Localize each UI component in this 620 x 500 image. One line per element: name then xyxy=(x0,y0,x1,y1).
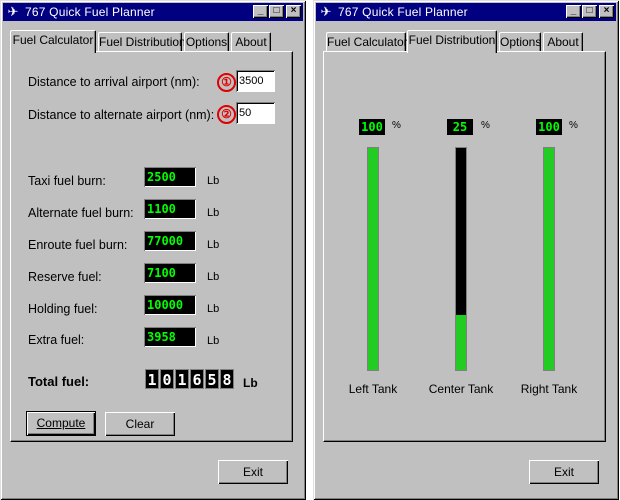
center-tank-label: Center Tank xyxy=(428,382,494,396)
close-button[interactable]: × xyxy=(286,5,301,18)
center-tank-percent: 25 xyxy=(447,119,473,135)
tab-options[interactable]: Options xyxy=(499,32,541,51)
left-tank-percent-symbol: % xyxy=(392,120,401,131)
airplane-icon: ✈ xyxy=(7,4,19,19)
fuel-distribution-window: ✈ 767 Quick Fuel Planner _ □ × Fuel Calc… xyxy=(313,0,619,500)
total-fuel-odometer: 1 0 1 6 5 8 xyxy=(145,369,235,389)
tab-label: Options xyxy=(185,35,228,49)
holding-fuel-unit: Lb xyxy=(207,303,220,315)
arrival-distance-input[interactable]: 3500 xyxy=(236,70,275,92)
alternate-distance-label: Distance to alternate airport (nm): xyxy=(28,108,215,122)
tab-label: Fuel Calculator xyxy=(12,33,94,47)
alternate-callout-badge: ② xyxy=(217,105,236,124)
maximize-button[interactable]: □ xyxy=(582,5,597,18)
clear-button-label: Clear xyxy=(125,417,155,431)
holding-fuel-label: Holding fuel: xyxy=(28,302,98,316)
tab-fuel-calculator[interactable]: Fuel Calculator xyxy=(10,30,96,53)
left-tank-fill xyxy=(368,148,378,370)
alternate-fuel-value: 1100 xyxy=(144,199,196,219)
exit-button-label: Exit xyxy=(553,465,574,479)
arrival-distance-label: Distance to arrival airport (nm): xyxy=(28,75,200,89)
window-title: 767 Quick Fuel Planner xyxy=(338,5,468,19)
title-bar[interactable]: ✈ 767 Quick Fuel Planner _ □ × xyxy=(3,3,303,21)
left-tank-gauge xyxy=(367,147,379,371)
compute-button[interactable]: Compute xyxy=(26,411,96,436)
enroute-fuel-label: Enroute fuel burn: xyxy=(28,238,128,252)
tab-label: Options xyxy=(500,35,542,49)
tab-fuel-distribution[interactable]: Fuel Distribution xyxy=(98,32,186,51)
maximize-button[interactable]: □ xyxy=(269,5,284,18)
tab-label: About xyxy=(547,35,579,49)
minimize-button[interactable]: _ xyxy=(566,5,581,18)
taxi-fuel-value: 2500 xyxy=(144,167,196,187)
right-tank-label: Right Tank xyxy=(520,382,578,396)
tab-label: Fuel Calculator xyxy=(327,35,408,49)
close-button[interactable]: × xyxy=(599,5,614,18)
right-tank-gauge xyxy=(543,147,555,371)
taxi-fuel-label: Taxi fuel burn: xyxy=(28,174,106,188)
center-tank-fill xyxy=(456,314,466,370)
tab-label: About xyxy=(235,35,267,49)
tab-label: Fuel Distribution xyxy=(408,33,496,47)
alternate-fuel-unit: Lb xyxy=(207,207,220,219)
exit-button-label: Exit xyxy=(242,465,263,479)
total-digit: 5 xyxy=(205,369,219,389)
extra-fuel-label: Extra fuel: xyxy=(28,333,85,347)
tab-options[interactable]: Options xyxy=(184,32,229,51)
right-tank-percent: 100 xyxy=(536,119,562,135)
reserve-fuel-value: 7100 xyxy=(144,263,196,283)
tab-label: Fuel Distribution xyxy=(99,35,186,49)
exit-button[interactable]: Exit xyxy=(218,460,288,484)
total-digit: 8 xyxy=(220,369,234,389)
reserve-fuel-unit: Lb xyxy=(207,271,220,283)
tab-fuel-calculator[interactable]: Fuel Calculator xyxy=(326,32,408,51)
total-fuel-label: Total fuel: xyxy=(28,374,90,389)
alternate-distance-input[interactable]: 50 xyxy=(236,102,275,124)
exit-button[interactable]: Exit xyxy=(529,460,599,484)
compute-button-label: Compute xyxy=(36,416,86,430)
total-digit: 1 xyxy=(175,369,189,389)
enroute-fuel-unit: Lb xyxy=(207,239,220,251)
tab-fuel-distribution[interactable]: Fuel Distribution xyxy=(407,30,497,53)
right-tank-fill xyxy=(544,148,554,370)
calculator-panel: Distance to arrival airport (nm): ① 3500… xyxy=(10,51,293,442)
minimize-button[interactable]: _ xyxy=(253,5,268,18)
center-tank-percent-symbol: % xyxy=(481,120,490,131)
center-tank-gauge xyxy=(455,147,467,371)
left-tank-percent: 100 xyxy=(359,119,385,135)
reserve-fuel-label: Reserve fuel: xyxy=(28,270,102,284)
alternate-fuel-label: Alternate fuel burn: xyxy=(28,206,134,220)
taxi-fuel-unit: Lb xyxy=(207,175,220,187)
left-tank-label: Left Tank xyxy=(348,382,398,396)
tab-about[interactable]: About xyxy=(543,32,583,51)
window-title: 767 Quick Fuel Planner xyxy=(25,5,155,19)
total-digit: 0 xyxy=(160,369,174,389)
enroute-fuel-value: 77000 xyxy=(144,231,196,251)
total-fuel-unit: Lb xyxy=(243,376,258,390)
distribution-panel: 100 % Left Tank 25 % Center Tank 100 % R… xyxy=(323,51,606,442)
fuel-calculator-window: ✈ 767 Quick Fuel Planner _ □ × Fuel Calc… xyxy=(0,0,306,500)
extra-fuel-unit: Lb xyxy=(207,335,220,347)
tab-about[interactable]: About xyxy=(231,32,271,51)
arrival-callout-badge: ① xyxy=(217,73,236,92)
holding-fuel-value: 10000 xyxy=(144,295,196,315)
extra-fuel-value: 3958 xyxy=(144,327,196,347)
total-digit: 6 xyxy=(190,369,204,389)
airplane-icon: ✈ xyxy=(320,4,332,19)
total-digit: 1 xyxy=(145,369,159,389)
title-bar[interactable]: ✈ 767 Quick Fuel Planner _ □ × xyxy=(316,3,616,21)
right-tank-percent-symbol: % xyxy=(569,120,578,131)
clear-button[interactable]: Clear xyxy=(105,412,175,436)
